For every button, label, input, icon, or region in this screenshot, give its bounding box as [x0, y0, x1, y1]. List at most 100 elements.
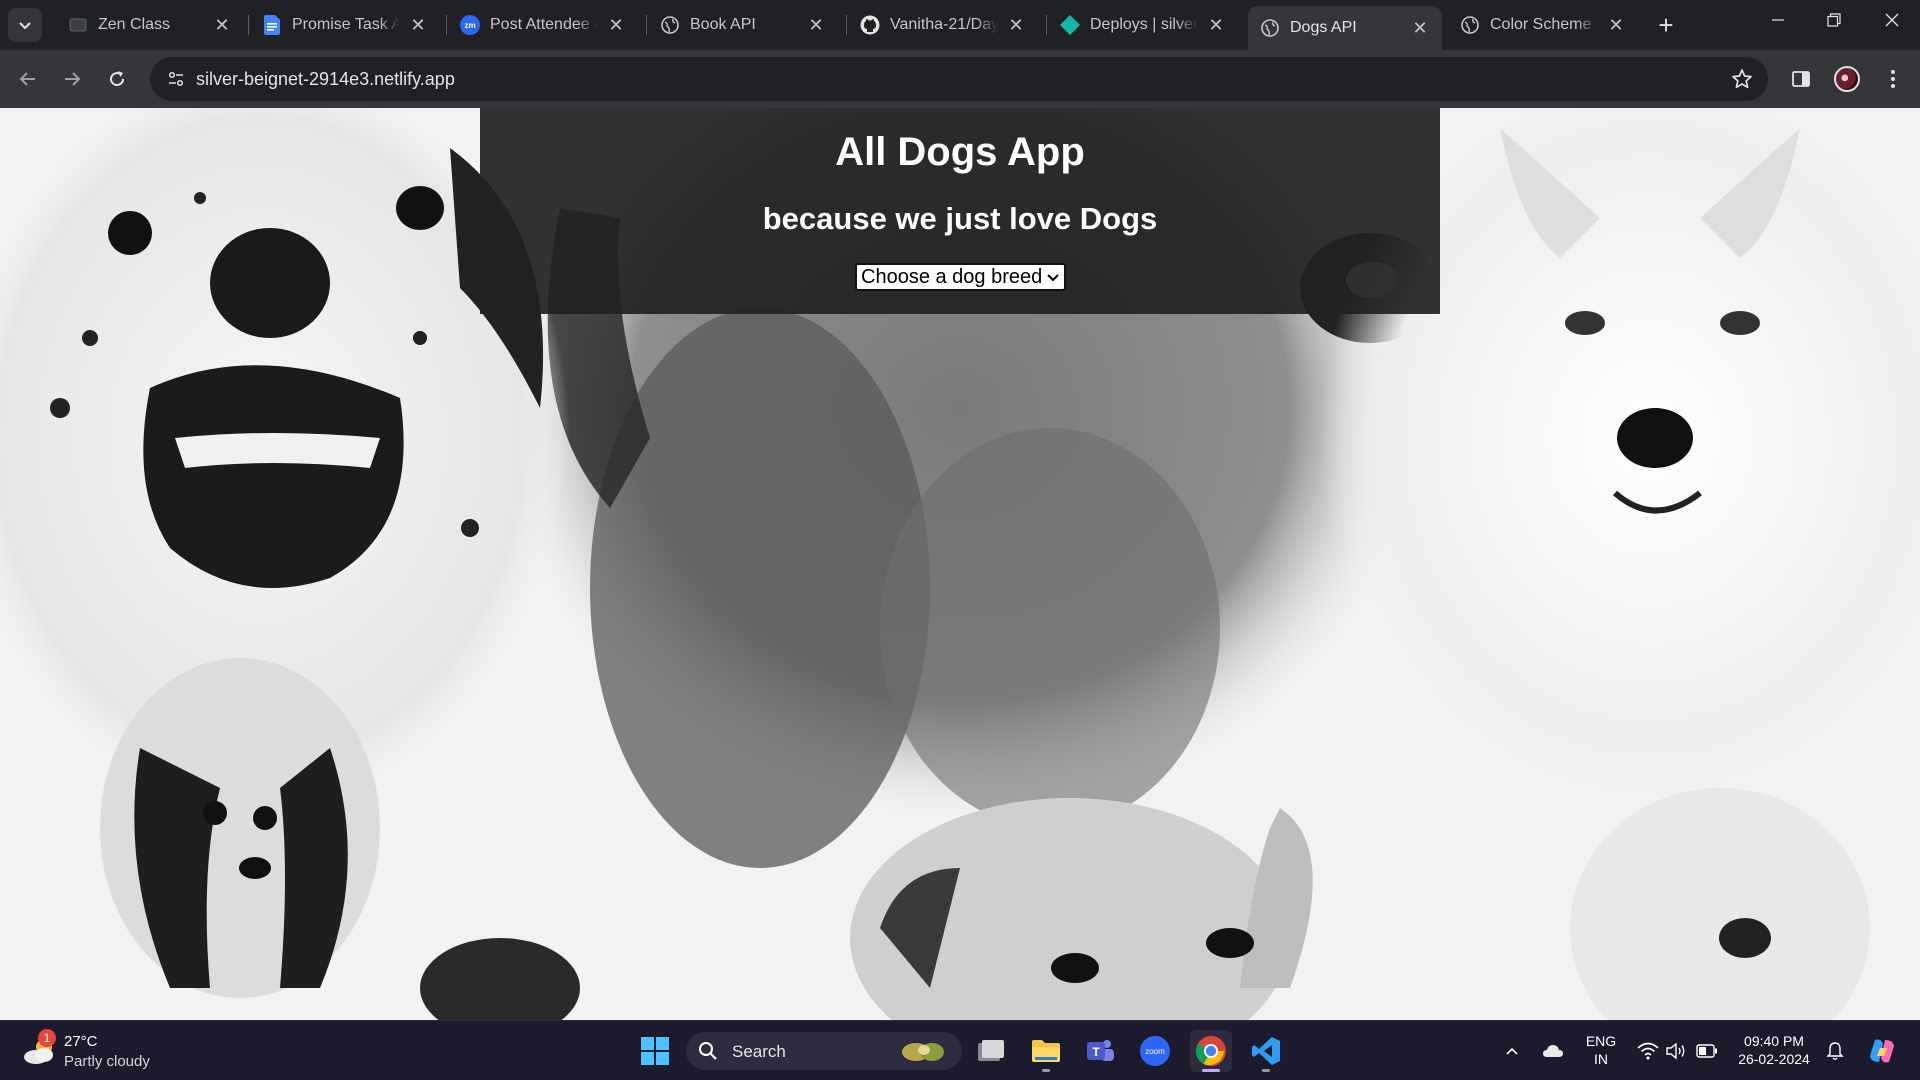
tab-post-attendee[interactable]: zm Post Attendee - Z ✕: [448, 7, 638, 43]
zoom-app-button[interactable]: zoom: [1134, 1030, 1176, 1072]
close-icon[interactable]: ✕: [408, 15, 428, 35]
teams-button[interactable]: T: [1079, 1030, 1121, 1072]
onedrive-icon[interactable]: [1541, 1039, 1565, 1063]
bell-icon: [1826, 1042, 1844, 1060]
arrow-right-icon: [65, 72, 81, 86]
vscode-icon: [1252, 1037, 1280, 1065]
running-indicator: [1202, 1069, 1220, 1072]
zoom-icon: zm: [460, 15, 480, 35]
tab-divider: [248, 15, 249, 35]
task-view-button[interactable]: [970, 1030, 1012, 1072]
tab-title: Zen Class: [98, 16, 171, 33]
close-icon[interactable]: ✕: [806, 15, 826, 35]
google-docs-icon: [262, 15, 282, 35]
chevron-down-icon: [19, 22, 31, 30]
close-icon[interactable]: ✕: [1606, 15, 1626, 35]
page-subtitle: because we just love Dogs: [762, 201, 1158, 236]
zen-class-icon: [68, 15, 88, 35]
show-hidden-icons-button[interactable]: [1500, 1039, 1524, 1063]
tab-divider: [1046, 15, 1047, 35]
notifications-button[interactable]: [1823, 1039, 1847, 1063]
tab-divider: [846, 15, 847, 35]
chevron-down-icon: [1047, 274, 1059, 282]
tab-divider: [446, 15, 447, 35]
restore-icon: [1827, 13, 1841, 27]
reload-icon: [110, 71, 125, 87]
battery-icon[interactable]: [1695, 1039, 1719, 1063]
new-tab-button[interactable]: +: [1652, 12, 1680, 40]
netlify-icon: [1060, 15, 1080, 35]
site-info-icon[interactable]: [160, 63, 192, 95]
forward-button[interactable]: [54, 61, 90, 97]
globe-icon: [1460, 15, 1480, 35]
back-button[interactable]: [10, 61, 46, 97]
teams-icon: T: [1087, 1040, 1114, 1061]
tab-netlify-deploys[interactable]: Deploys | silver-b ✕: [1048, 7, 1238, 43]
tab-title: Vanitha-21/Day-: [890, 16, 998, 33]
tab-title: Book API: [690, 16, 756, 33]
close-icon: [1885, 13, 1899, 27]
page-title: All Dogs App: [835, 130, 1085, 174]
side-panel-button[interactable]: [1785, 63, 1817, 95]
clock-time: 09:40 PM: [1744, 1033, 1804, 1049]
menu-button[interactable]: [1877, 63, 1909, 95]
chevron-up-icon: [1506, 1047, 1518, 1055]
dog-breed-select[interactable]: Choose a dog breed: [855, 263, 1066, 291]
tab-title: Deploys | silver-b: [1090, 16, 1198, 33]
clock[interactable]: 09:40 PM 26-02-2024: [1728, 1032, 1820, 1068]
more-vertical-icon: [1891, 70, 1895, 88]
taskbar: 1 27°C Partly cloudy Search T zoom ENG I…: [0, 1020, 1920, 1080]
file-explorer-button[interactable]: [1025, 1030, 1067, 1072]
address-bar[interactable]: silver-beignet-2914e3.netlify.app: [150, 57, 1768, 101]
clock-date: 26-02-2024: [1738, 1051, 1810, 1067]
tab-zen-class[interactable]: Zen Class ✕: [56, 7, 244, 43]
globe-icon: [1260, 18, 1280, 38]
minimize-icon: [1772, 19, 1784, 21]
minimize-button[interactable]: [1750, 0, 1806, 40]
tab-strip: Zen Class ✕ Promise Task Any ✕ zm Post A…: [0, 0, 1920, 50]
restore-button[interactable]: [1806, 0, 1862, 40]
close-icon[interactable]: ✕: [212, 15, 232, 35]
tab-title: Color Scheme Ge: [1490, 16, 1598, 33]
close-window-button[interactable]: [1864, 0, 1920, 40]
avatar: [1834, 66, 1860, 92]
close-icon[interactable]: ✕: [1410, 18, 1430, 38]
close-icon[interactable]: ✕: [1206, 15, 1226, 35]
start-button[interactable]: [634, 1030, 676, 1072]
reload-button[interactable]: [99, 61, 135, 97]
language-indicator[interactable]: ENG IN: [1580, 1032, 1622, 1068]
copilot-icon: [1870, 1039, 1894, 1063]
bookmark-star-icon[interactable]: [1728, 65, 1756, 93]
running-indicator: [1042, 1069, 1050, 1072]
tab-github-repo[interactable]: Vanitha-21/Day- ✕: [848, 7, 1038, 43]
close-icon[interactable]: ✕: [1006, 15, 1026, 35]
search-label: Search: [732, 1042, 786, 1061]
side-panel-icon: [1792, 71, 1810, 87]
volume-icon[interactable]: [1664, 1039, 1688, 1063]
page-viewport: All Dogs App because we just love Dogs C…: [0, 108, 1920, 1020]
wifi-icon[interactable]: [1636, 1039, 1660, 1063]
profile-button[interactable]: [1831, 63, 1863, 95]
folder-icon: [1032, 1040, 1060, 1062]
url-text: silver-beignet-2914e3.netlify.app: [196, 69, 455, 89]
weather-condition: Partly cloudy: [64, 1053, 150, 1070]
svg-text:zm: zm: [464, 21, 475, 30]
tab-title: Promise Task Any: [292, 16, 400, 33]
running-indicator: [1262, 1069, 1270, 1072]
tab-promise-task[interactable]: Promise Task Any ✕: [250, 7, 440, 43]
vscode-button[interactable]: [1245, 1030, 1287, 1072]
taskbar-search[interactable]: Search: [686, 1032, 962, 1070]
notification-badge: 1: [38, 1029, 56, 1047]
windows-icon: [641, 1037, 669, 1065]
close-icon[interactable]: ✕: [606, 15, 626, 35]
svg-text:zoom: zoom: [1145, 1047, 1165, 1056]
tab-search-button[interactable]: [8, 8, 42, 42]
tab-dogs-api[interactable]: Dogs API ✕: [1248, 6, 1442, 50]
copilot-button[interactable]: [1866, 1035, 1898, 1067]
tab-book-api[interactable]: Book API ✕: [648, 7, 838, 43]
tab-color-scheme[interactable]: Color Scheme Ge ✕: [1448, 7, 1638, 43]
weather-widget[interactable]: 1 27°C Partly cloudy: [18, 1029, 188, 1073]
language-code: ENG: [1585, 1033, 1617, 1049]
region-code: IN: [1594, 1051, 1608, 1067]
chrome-button[interactable]: [1190, 1030, 1232, 1072]
